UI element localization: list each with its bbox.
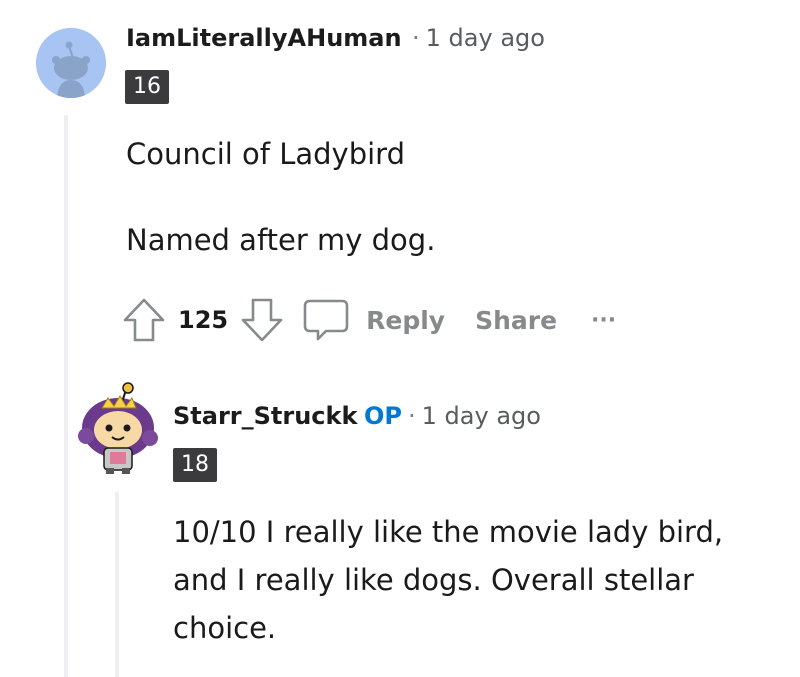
meta-separator: · [412, 24, 420, 52]
comment-body-line-2: Named after my dog. [126, 223, 436, 257]
comment-bubble-icon[interactable] [302, 297, 350, 343]
upvote-arrow-icon[interactable] [122, 297, 166, 343]
comment-body: 10/10 I really like the movie lady bird,… [173, 515, 724, 645]
vote-score: 125 [178, 306, 229, 334]
user-flair-badge: 18 [173, 448, 217, 482]
comment-author[interactable]: Starr_Struckk [173, 402, 357, 430]
downvote-arrow-icon[interactable] [240, 297, 284, 343]
comment-body-line-1: Council of Ladybird [126, 137, 405, 171]
user-flair-badge: 16 [125, 70, 169, 104]
reply-button[interactable]: Reply [366, 306, 445, 335]
comment-meta: · 1 day ago [406, 24, 545, 52]
thread-line-comment1[interactable] [64, 115, 68, 677]
comment-actions: 125 Reply Share ··· [122, 296, 616, 344]
comment-timestamp[interactable]: 1 day ago [426, 24, 545, 52]
user-avatar[interactable] [78, 380, 158, 476]
comment-meta: OP · 1 day ago [364, 402, 541, 430]
snoo-avatar-icon [36, 28, 106, 98]
user-avatar[interactable] [36, 28, 106, 98]
custom-avatar-icon [78, 382, 158, 474]
share-button[interactable]: Share [475, 306, 557, 335]
thread-line-comment2[interactable] [115, 492, 119, 677]
meta-separator: · [408, 402, 416, 430]
comment-timestamp[interactable]: 1 day ago [422, 402, 541, 430]
comment-author[interactable]: IamLiterallyAHuman [126, 24, 402, 52]
op-badge: OP [364, 402, 402, 430]
more-options-button[interactable]: ··· [591, 308, 616, 333]
